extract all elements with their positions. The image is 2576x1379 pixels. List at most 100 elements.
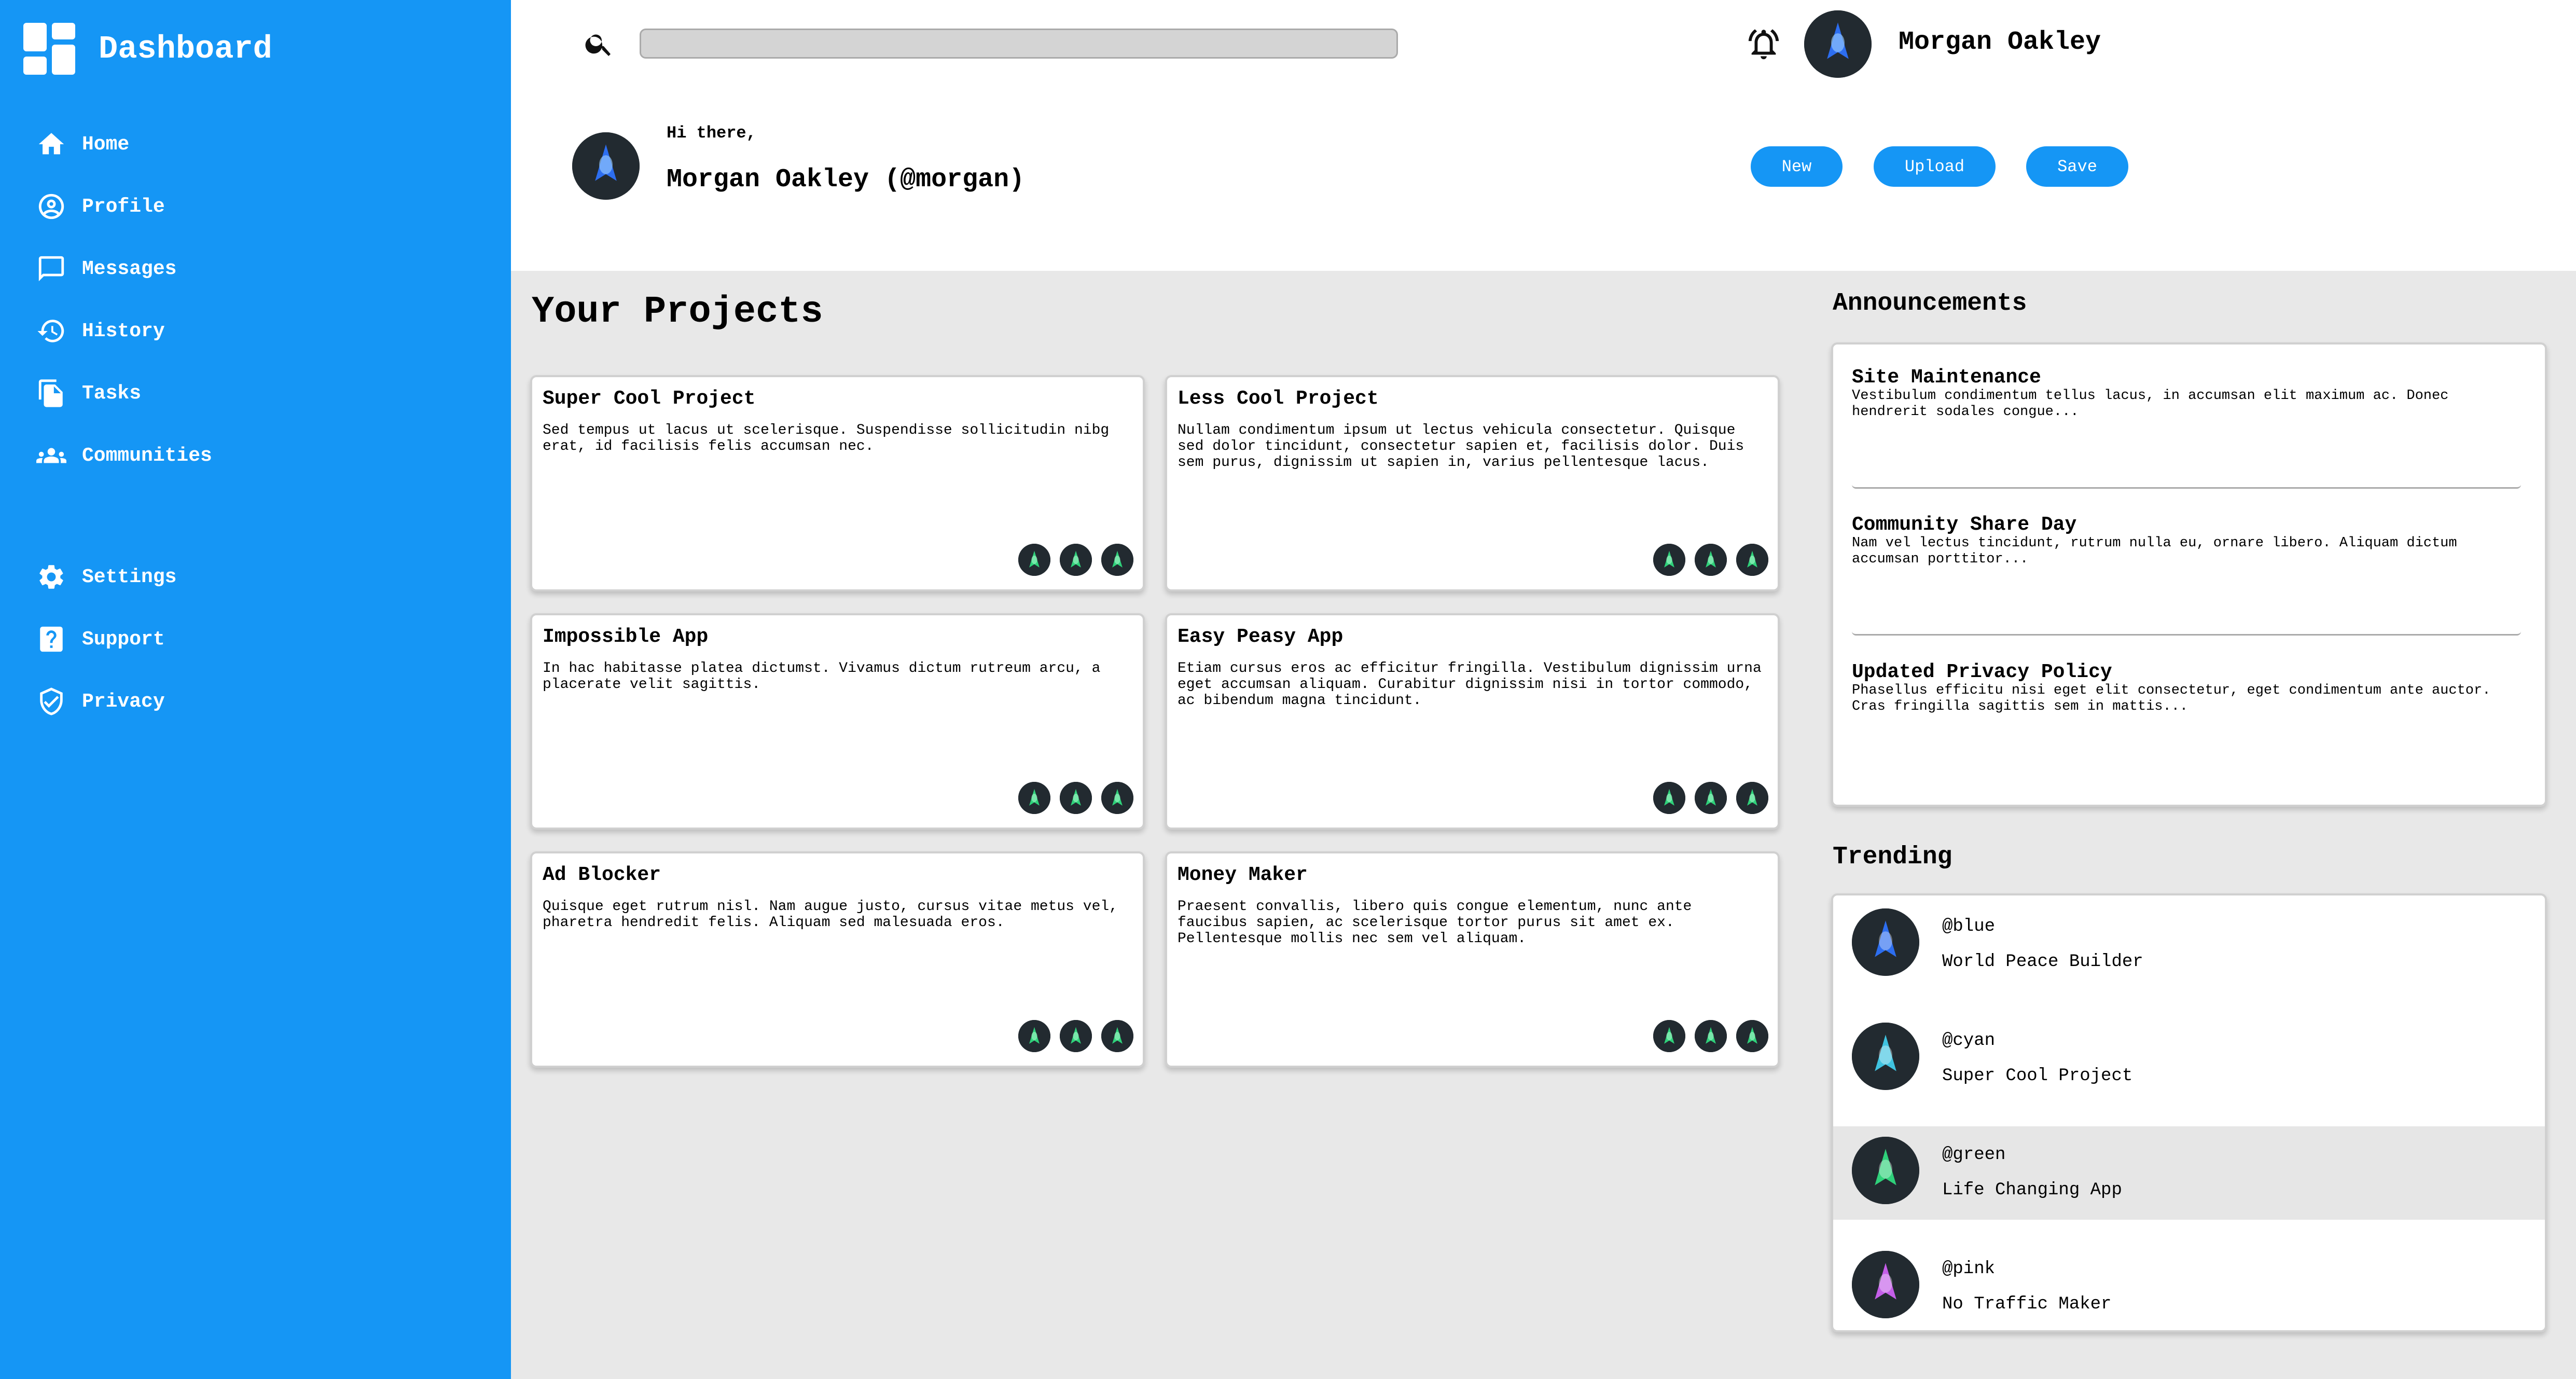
project-card[interactable]: Super Cool Project Sed tempus ut lacus ut… xyxy=(530,375,1145,591)
member-avatar[interactable] xyxy=(1101,544,1133,576)
member-avatar-icon xyxy=(1736,544,1768,576)
trending-handle: @green xyxy=(1942,1145,2006,1165)
member-avatar[interactable] xyxy=(1695,782,1727,814)
sidebar-item-home[interactable]: Home xyxy=(36,113,212,175)
trending-title: Trending xyxy=(1833,843,1952,871)
trending-avatar xyxy=(1852,1023,1919,1090)
announcement-text: Vestibulum condimentum tellus lacus, in … xyxy=(1852,388,2449,420)
header-avatar[interactable] xyxy=(1804,10,1872,78)
member-avatar[interactable] xyxy=(1018,1020,1050,1052)
announcements-title: Announcements xyxy=(1833,289,2027,318)
profile-icon xyxy=(38,194,64,219)
member-avatar[interactable] xyxy=(1101,1020,1133,1052)
sidebar-item-profile[interactable]: Profile xyxy=(36,175,212,238)
project-title: Impossible App xyxy=(543,626,709,648)
trending-project: Life Changing App xyxy=(1942,1180,2122,1200)
project-card[interactable]: Easy Peasy App Etiam cursus eros ac effic… xyxy=(1165,613,1780,830)
member-avatar-icon xyxy=(1653,544,1685,576)
trending-item[interactable]: @blue World Peace Builder xyxy=(1833,898,2545,991)
sidebar-item-settings[interactable]: Settings xyxy=(36,546,176,608)
user-avatar-icon xyxy=(572,132,640,200)
trending-item[interactable]: @pink No Traffic Maker xyxy=(1833,1240,2545,1330)
search-input[interactable] xyxy=(640,29,1398,59)
sidebar-item-tasks[interactable]: Tasks xyxy=(36,362,212,424)
member-avatar[interactable] xyxy=(1018,544,1050,576)
new-button[interactable]: New xyxy=(1751,146,1843,187)
sidebar-item-privacy[interactable]: Privacy xyxy=(36,670,176,733)
trending-item[interactable]: @green Life Changing App xyxy=(1833,1126,2545,1220)
user-avatar-icon xyxy=(1804,10,1872,78)
trending-project: Super Cool Project xyxy=(1942,1066,2133,1086)
sidebar-item-messages[interactable]: Messages xyxy=(36,238,212,300)
project-members xyxy=(1653,544,1768,576)
member-avatar[interactable] xyxy=(1695,1020,1727,1052)
header-user-name[interactable]: Morgan Oakley xyxy=(1899,26,2101,59)
project-members xyxy=(1653,782,1768,814)
project-members xyxy=(1018,544,1133,576)
member-avatar-icon xyxy=(1018,782,1050,814)
trending-avatar-icon xyxy=(1852,1251,1919,1318)
project-card[interactable]: Money Maker Praesent convallis, libero qu… xyxy=(1165,851,1780,1068)
header: Morgan Oakley Hi there, Morgan Oakley (@… xyxy=(511,0,2576,271)
trending-avatar xyxy=(1852,908,1919,976)
member-avatar-icon xyxy=(1101,1020,1133,1052)
member-avatar[interactable] xyxy=(1101,782,1133,814)
member-avatar-icon xyxy=(1060,782,1092,814)
member-avatar-icon xyxy=(1695,1020,1727,1052)
upload-button[interactable]: Upload xyxy=(1874,146,1996,187)
member-avatar-icon xyxy=(1018,544,1050,576)
trending-handle: @pink xyxy=(1942,1259,1996,1279)
trending-item[interactable]: @cyan Super Cool Project xyxy=(1833,1012,2545,1106)
sidebar-item-label: Settings xyxy=(82,566,177,588)
dashboard-logo-icon xyxy=(23,23,75,75)
sidebar-item-communities[interactable]: Communities xyxy=(36,424,212,487)
brand[interactable]: Dashboard xyxy=(23,23,272,75)
sidebar-item-label: Messages xyxy=(82,257,177,280)
project-card[interactable]: Less Cool Project Nullam condimentum ipsu… xyxy=(1165,375,1780,591)
project-description: Nullam condimentum ipsum ut lectus vehic… xyxy=(1178,422,1744,471)
member-avatar[interactable] xyxy=(1060,782,1092,814)
member-avatar-icon xyxy=(1653,1020,1685,1052)
member-avatar[interactable] xyxy=(1653,544,1685,576)
save-button[interactable]: Save xyxy=(2026,146,2128,187)
announcements-panel: Site Maintenance Vestibulum condimentum … xyxy=(1831,342,2547,807)
member-avatar[interactable] xyxy=(1736,782,1768,814)
divider xyxy=(1852,485,2521,489)
member-avatar[interactable] xyxy=(1695,544,1727,576)
member-avatar[interactable] xyxy=(1653,782,1685,814)
shield-icon xyxy=(40,687,63,715)
greeting-avatar xyxy=(572,132,640,200)
announcement-item[interactable]: Site Maintenance Vestibulum condimentum … xyxy=(1852,367,2521,420)
search-icon[interactable] xyxy=(584,28,615,59)
member-avatar[interactable] xyxy=(1060,544,1092,576)
project-members xyxy=(1018,782,1133,814)
brand-title: Dashboard xyxy=(99,30,272,67)
project-members xyxy=(1018,1020,1133,1052)
sidebar-item-label: Home xyxy=(82,133,130,156)
member-avatar-icon xyxy=(1695,544,1727,576)
announcement-item[interactable]: Updated Privacy Policy Phasellus efficit… xyxy=(1852,662,2521,715)
project-title: Super Cool Project xyxy=(543,388,756,410)
sidebar-item-label: Tasks xyxy=(82,382,142,405)
history-icon xyxy=(37,320,64,342)
announcement-title: Community Share Day xyxy=(1852,514,2077,536)
sidebar-item-history[interactable]: History xyxy=(36,300,212,362)
sidebar-item-label: History xyxy=(82,320,165,342)
member-avatar-icon xyxy=(1060,544,1092,576)
member-avatar[interactable] xyxy=(1736,1020,1768,1052)
sidebar-item-label: Support xyxy=(82,628,165,651)
project-card[interactable]: Impossible App In hac habitasse platea di… xyxy=(530,613,1145,830)
member-avatar[interactable] xyxy=(1653,1020,1685,1052)
bell-icon[interactable] xyxy=(1746,26,1782,62)
member-avatar[interactable] xyxy=(1060,1020,1092,1052)
project-title: Easy Peasy App xyxy=(1178,626,1344,648)
sidebar-item-support[interactable]: Support xyxy=(36,608,176,670)
member-avatar[interactable] xyxy=(1018,782,1050,814)
announcement-item[interactable]: Community Share Day Nam vel lectus tinci… xyxy=(1852,515,2521,568)
help-icon xyxy=(40,626,63,652)
trending-avatar-icon xyxy=(1852,1023,1919,1090)
announcement-text: Nam vel lectus tincidunt, rutrum nulla e… xyxy=(1852,535,2457,567)
member-avatar-icon xyxy=(1018,1020,1050,1052)
project-card[interactable]: Ad Blocker Quisque eget rutrum nisl. Nam … xyxy=(530,851,1145,1068)
member-avatar[interactable] xyxy=(1736,544,1768,576)
